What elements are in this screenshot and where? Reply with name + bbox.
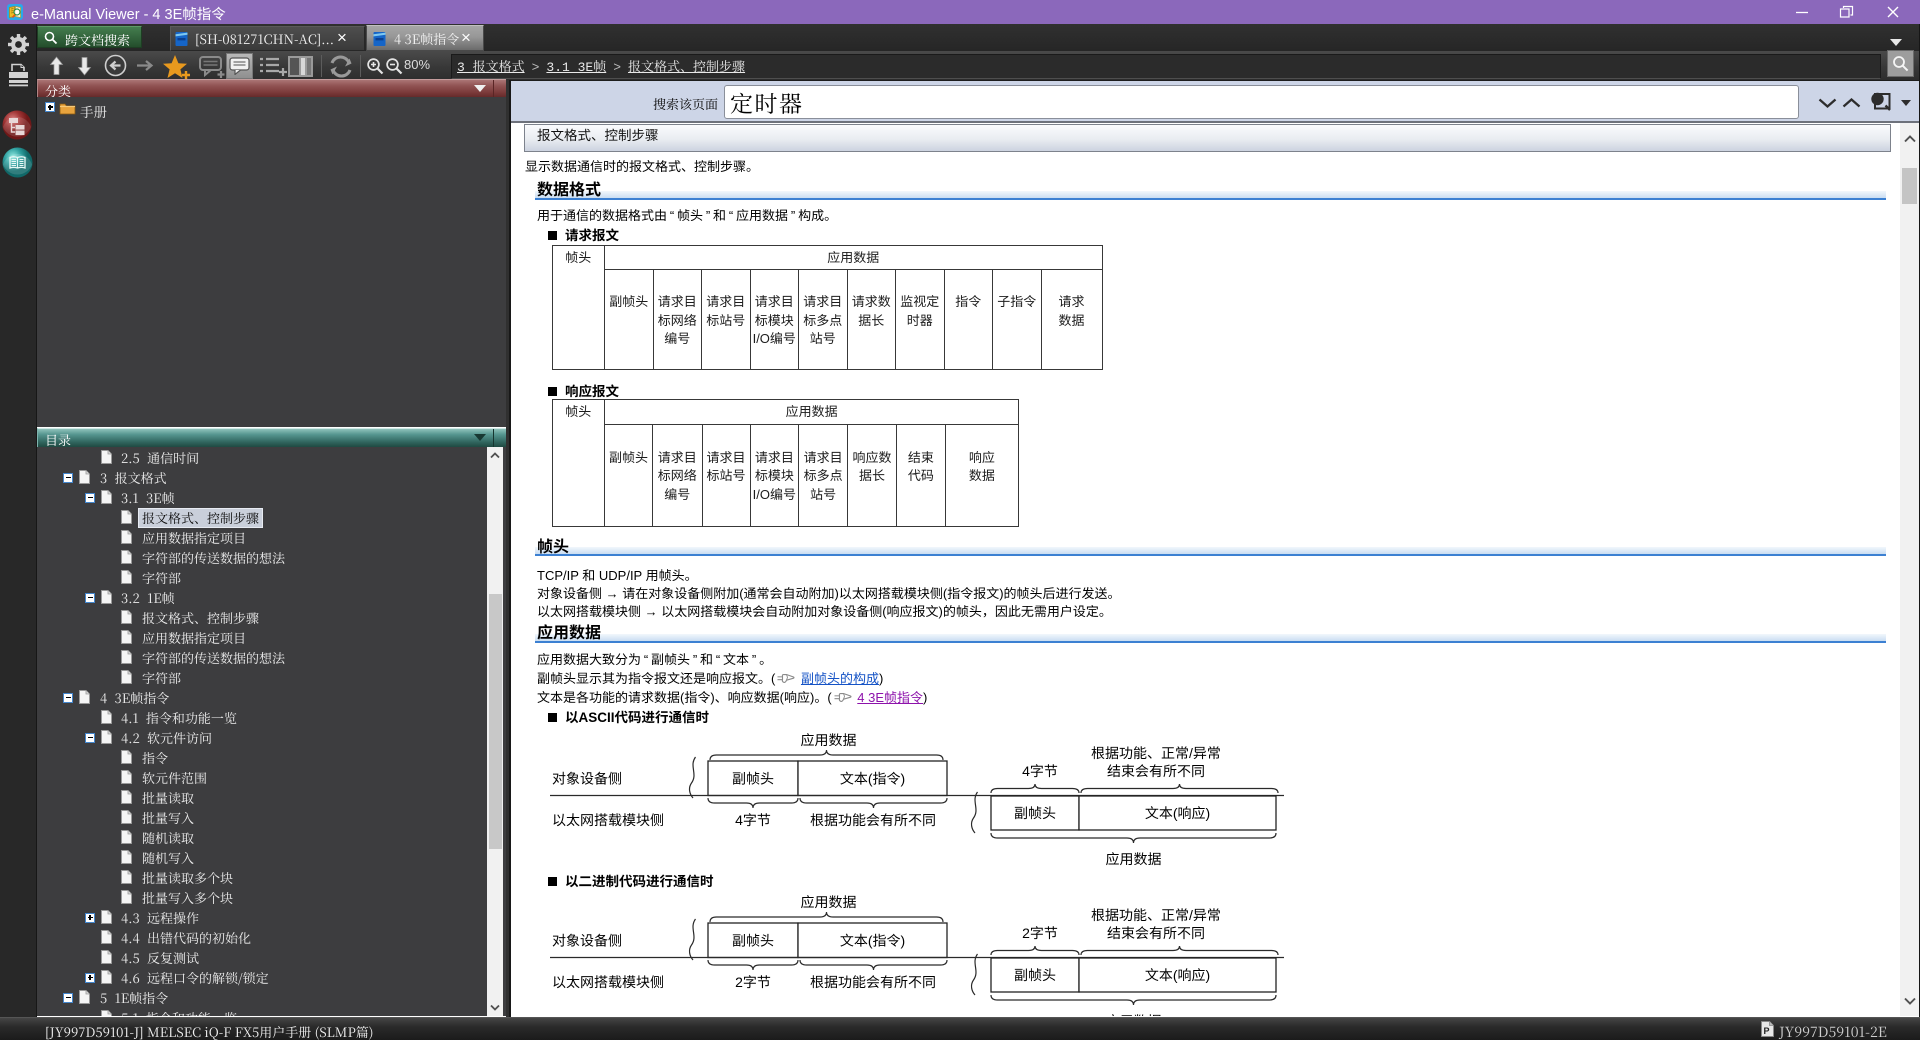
svg-text:以太网搭载模块侧: 以太网搭载模块侧 xyxy=(552,812,664,828)
svg-text:副帧头: 副帧头 xyxy=(732,932,774,948)
svg-text:副帧头: 副帧头 xyxy=(1014,805,1056,821)
svg-text:根据功能、正常/异常: 根据功能、正常/异常 xyxy=(1091,745,1221,761)
svg-text:结束会有所不同: 结束会有所不同 xyxy=(1107,763,1205,779)
svg-text:结束会有所不同: 结束会有所不同 xyxy=(1107,925,1205,941)
svg-text:对象设备侧: 对象设备侧 xyxy=(552,932,622,948)
svg-text:应用数据: 应用数据 xyxy=(1106,1013,1162,1017)
svg-text:文本(响应): 文本(响应) xyxy=(1145,967,1210,983)
svg-text:以太网搭载模块侧: 以太网搭载模块侧 xyxy=(552,974,664,990)
svg-text:2字节: 2字节 xyxy=(735,974,771,990)
svg-text:P: P xyxy=(1764,1026,1770,1036)
svg-text:文本(指令): 文本(指令) xyxy=(840,932,905,948)
svg-text:副帧头: 副帧头 xyxy=(1014,967,1056,983)
svg-text:对象设备侧: 对象设备侧 xyxy=(552,771,622,787)
svg-text:应用数据: 应用数据 xyxy=(801,732,857,748)
svg-text:根据功能会有所不同: 根据功能会有所不同 xyxy=(810,974,936,990)
svg-text:根据功能、正常/异常: 根据功能、正常/异常 xyxy=(1091,907,1221,923)
svg-text:文本(指令): 文本(指令) xyxy=(840,771,905,787)
svg-text:2字节: 2字节 xyxy=(1022,925,1058,941)
svg-text:4字节: 4字节 xyxy=(1022,763,1058,779)
svg-text:应用数据: 应用数据 xyxy=(1106,851,1162,867)
svg-text:副帧头: 副帧头 xyxy=(732,771,774,787)
svg-text:4字节: 4字节 xyxy=(735,812,771,828)
svg-text:应用数据: 应用数据 xyxy=(801,894,857,910)
svg-text:根据功能会有所不同: 根据功能会有所不同 xyxy=(810,812,936,828)
svg-text:文本(响应): 文本(响应) xyxy=(1145,805,1210,821)
